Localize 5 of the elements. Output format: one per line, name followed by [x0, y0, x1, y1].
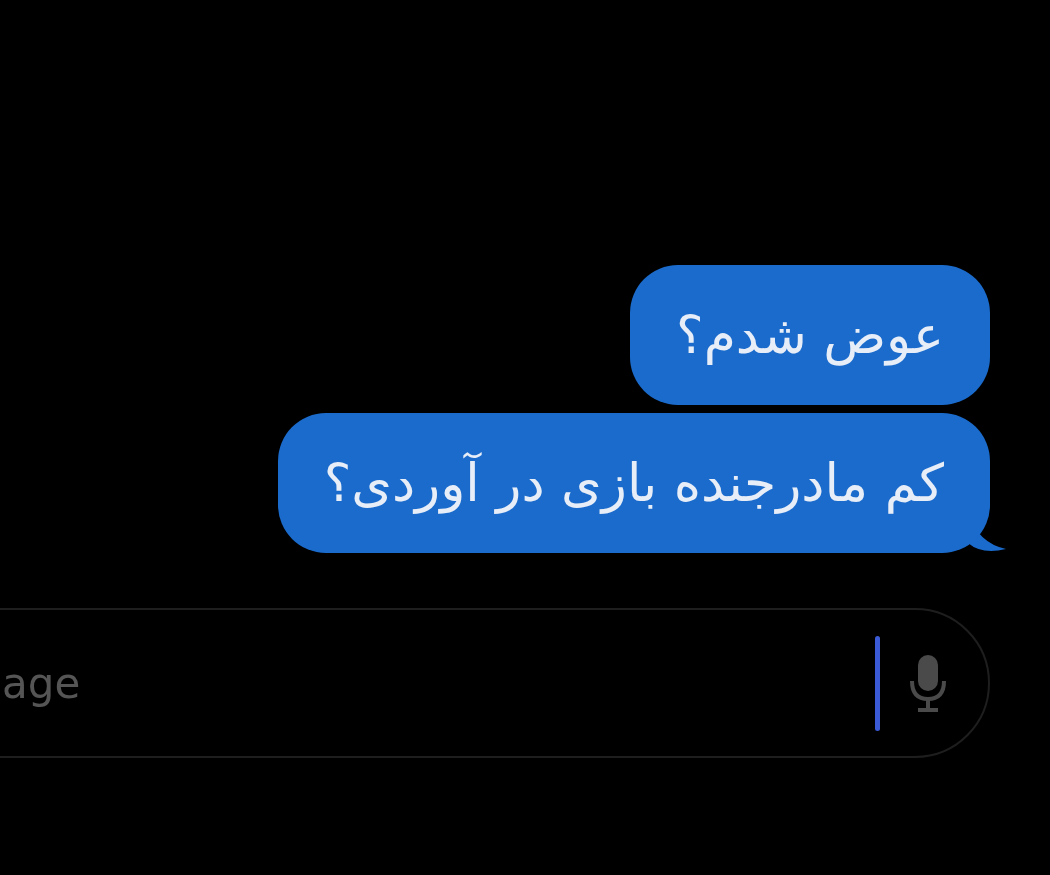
message-bubble: عوض شدم؟: [630, 265, 990, 405]
message-field[interactable]: age: [0, 608, 990, 758]
microphone-icon[interactable]: [908, 653, 948, 713]
message-bubble: کم مادرجنده بازی در آوردی؟: [277, 413, 990, 553]
placeholder-text: age: [2, 657, 81, 710]
